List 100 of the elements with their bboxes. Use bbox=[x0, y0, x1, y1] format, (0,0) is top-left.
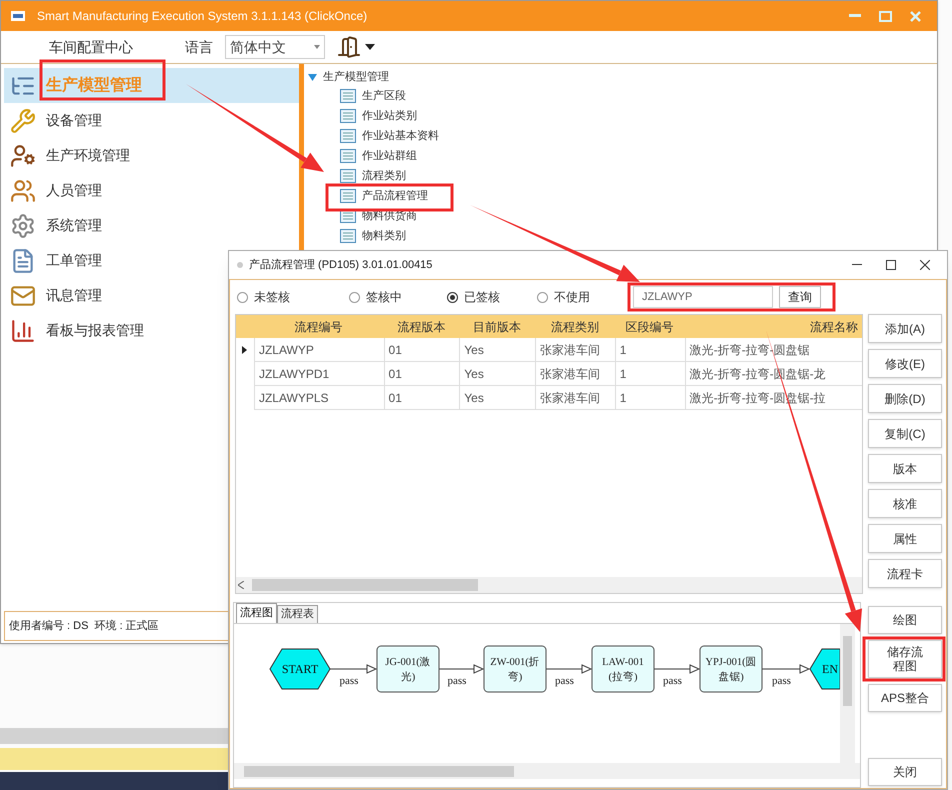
list-icon bbox=[340, 89, 356, 103]
list-icon bbox=[340, 149, 356, 163]
close-icon bbox=[920, 260, 930, 270]
table-cell: JZLAWYP bbox=[254, 338, 384, 362]
action-button[interactable]: 添加(A) bbox=[868, 314, 942, 343]
edge-label: pass bbox=[340, 675, 358, 687]
wrench-icon bbox=[10, 108, 36, 134]
language-label: 语言 bbox=[185, 38, 213, 56]
process-node: YPJ-001(圆 盘锯) bbox=[700, 646, 762, 692]
table-cell: 01 bbox=[384, 362, 460, 386]
column-header[interactable]: 流程版本 bbox=[384, 315, 460, 338]
sidebar-item[interactable]: 设备管理 bbox=[4, 103, 299, 138]
tab[interactable]: 流程图 bbox=[236, 603, 277, 623]
current-row-icon bbox=[242, 346, 248, 354]
horizontal-scrollbar[interactable] bbox=[234, 763, 860, 779]
connector-arrow bbox=[438, 664, 484, 674]
column-header[interactable]: 流程名称 bbox=[684, 315, 862, 338]
table-cell: 1 bbox=[614, 386, 685, 410]
user-gear-icon bbox=[10, 142, 36, 168]
vertical-scrollbar[interactable] bbox=[840, 624, 855, 763]
table-cell: JZLAWYPLS bbox=[254, 386, 384, 410]
minimize-icon bbox=[849, 14, 861, 18]
action-button[interactable]: 流程卡 bbox=[868, 559, 942, 588]
tab[interactable]: 流程表 bbox=[277, 605, 318, 623]
process-node: JG-001(激 光) bbox=[376, 646, 440, 692]
tree-item[interactable]: 作业站类别 bbox=[362, 108, 417, 124]
workshop-config-button[interactable]: 车间配置中心 bbox=[49, 36, 133, 58]
dialog-title: 产品流程管理 (PD105) 3.01.01.00415 bbox=[249, 258, 432, 273]
table-cell: 张家港车间 bbox=[535, 362, 615, 386]
action-button[interactable]: 复制(C) bbox=[868, 419, 942, 448]
action-button[interactable]: APS整合 bbox=[868, 684, 942, 712]
close-button[interactable] bbox=[919, 259, 931, 271]
gear-icon bbox=[10, 212, 36, 238]
horizontal-scrollbar[interactable] bbox=[236, 577, 862, 593]
list-icon bbox=[340, 129, 356, 143]
edge-label: pass bbox=[772, 675, 791, 687]
column-header[interactable]: 目前版本 bbox=[459, 315, 536, 338]
action-button[interactable]: 储存流程图 bbox=[868, 640, 942, 678]
connector-arrow bbox=[762, 664, 810, 674]
radio-button[interactable]: 已签核 bbox=[447, 288, 537, 306]
connector-arrow bbox=[546, 664, 592, 674]
sidebar-item[interactable]: 系统管理 bbox=[4, 208, 299, 243]
edge-label: pass bbox=[555, 675, 574, 687]
table-cell: 01 bbox=[384, 338, 460, 362]
tree-item[interactable]: 生产区段 bbox=[362, 88, 406, 104]
list-icon bbox=[340, 169, 356, 183]
query-button[interactable]: 查询 bbox=[779, 286, 821, 308]
radio-button[interactable]: 不使用 bbox=[537, 288, 633, 306]
action-button[interactable]: 版本 bbox=[868, 454, 942, 483]
tree-item[interactable]: 作业站群组 bbox=[362, 148, 417, 164]
list-icon bbox=[340, 109, 356, 123]
bar-chart-icon bbox=[10, 318, 36, 344]
column-header[interactable]: 流程编号 bbox=[254, 315, 384, 338]
start-node: START bbox=[269, 648, 331, 690]
table-cell: 1 bbox=[614, 362, 685, 386]
exit-button[interactable] bbox=[337, 35, 375, 59]
tree-item[interactable]: 流程类别 bbox=[362, 168, 406, 184]
table-cell: 张家港车间 bbox=[535, 338, 615, 362]
tree-item[interactable]: 物料类别 bbox=[362, 228, 406, 244]
action-button[interactable]: 属性 bbox=[868, 524, 942, 553]
process-node: LAW-001 (拉弯) bbox=[592, 646, 654, 692]
list-icon bbox=[340, 189, 356, 203]
process-node: ZW-001(折 弯) bbox=[484, 646, 546, 692]
action-button[interactable]: 删除(D) bbox=[868, 384, 942, 413]
tree-item[interactable]: 产品流程管理 bbox=[362, 188, 428, 204]
scroll-left-icon bbox=[238, 581, 244, 589]
dropdown-arrow-icon bbox=[314, 45, 320, 49]
table-cell: JZLAWYPD1 bbox=[254, 362, 384, 386]
app-icon bbox=[11, 11, 25, 21]
window-title: Smart Manufacturing Execution System 3.1.1.143 (ClickOnce) bbox=[37, 8, 368, 25]
column-header[interactable]: 流程类别 bbox=[535, 315, 615, 338]
radio-button[interactable]: 未签核 bbox=[237, 288, 349, 306]
tree-item[interactable]: 作业站基本资料 bbox=[362, 128, 439, 144]
end-node: EN bbox=[809, 648, 840, 690]
users-icon bbox=[10, 178, 36, 204]
action-button[interactable]: 绘图 bbox=[868, 606, 942, 634]
search-field[interactable]: JZLAWYP bbox=[633, 286, 773, 308]
action-button[interactable]: 核准 bbox=[868, 489, 942, 518]
table-cell: Yes bbox=[459, 338, 536, 362]
connector-arrow bbox=[330, 664, 378, 674]
connector-arrow bbox=[654, 664, 700, 674]
maximize-button[interactable] bbox=[885, 259, 897, 271]
close-dialog-button[interactable]: 关闭 bbox=[868, 758, 942, 786]
language-dropdown[interactable]: 简体中文 bbox=[225, 35, 325, 59]
column-header[interactable]: 区段编号 bbox=[614, 315, 685, 338]
action-button[interactable]: 修改(E) bbox=[868, 349, 942, 378]
close-icon bbox=[910, 10, 920, 22]
caret-icon bbox=[365, 44, 375, 50]
expand-arrow-icon bbox=[308, 74, 317, 80]
sidebar-item[interactable]: 生产环境管理 bbox=[4, 138, 299, 173]
grip-icon bbox=[235, 260, 245, 270]
maximize-icon bbox=[886, 260, 896, 270]
tree-node[interactable]: 生产模型管理 bbox=[308, 68, 937, 86]
table-cell: 1 bbox=[614, 338, 685, 362]
table-cell: 01 bbox=[384, 386, 460, 410]
sidebar-item[interactable]: 人员管理 bbox=[4, 173, 299, 208]
minimize-icon bbox=[852, 264, 862, 266]
table-cell: 张家港车间 bbox=[535, 386, 615, 410]
maximize-icon bbox=[878, 10, 892, 22]
radio-button[interactable]: 签核中 bbox=[349, 288, 447, 306]
